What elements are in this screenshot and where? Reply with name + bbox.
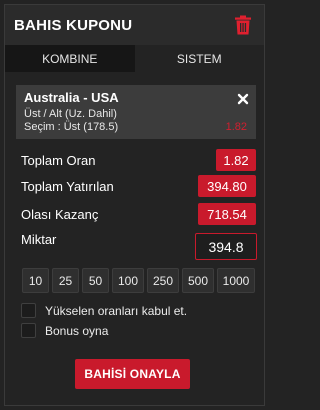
bet-selection: Seçim : Üst (178.5) xyxy=(24,121,119,133)
total-odds-value: 1.82 xyxy=(216,149,256,171)
coupon-tabs: KOMBINE SISTEM xyxy=(5,45,264,72)
quick-amount-500[interactable]: 500 xyxy=(182,268,214,293)
coupon-title: BAHIS KUPONU xyxy=(14,16,133,34)
quick-amount-100[interactable]: 100 xyxy=(112,268,144,293)
amount-input[interactable] xyxy=(195,233,257,260)
amount-label: Miktar xyxy=(21,231,57,247)
amount-row: Miktar xyxy=(21,227,141,251)
play-bonus-label: Bonus oyna xyxy=(45,323,109,338)
close-icon[interactable] xyxy=(237,92,249,105)
trash-icon[interactable] xyxy=(234,15,252,35)
quick-amount-10[interactable]: 10 xyxy=(22,268,49,293)
accept-rising-odds-option: Yükselen oranları kabul et. xyxy=(21,303,187,318)
coupon-header: BAHIS KUPONU xyxy=(5,5,264,45)
quick-amount-1000[interactable]: 1000 xyxy=(217,268,255,293)
bet-coupon: BAHIS KUPONU KOMBINE SISTEM Australia - … xyxy=(4,4,265,406)
accept-rising-odds-label: Yükselen oranları kabul et. xyxy=(45,303,188,318)
total-stake-label: Toplam Yatırılan xyxy=(21,178,114,194)
bet-selection-card: Australia - USA Üst / Alt (Uz. Dahil) Se… xyxy=(16,85,256,139)
play-bonus-checkbox[interactable] xyxy=(21,323,36,338)
quick-amounts: 10 25 50 100 250 500 1000 xyxy=(22,268,258,294)
total-odds-row: Toplam Oran 1.82 xyxy=(21,148,256,172)
tab-sistem[interactable]: SISTEM xyxy=(134,45,264,72)
quick-amount-50[interactable]: 50 xyxy=(82,268,109,293)
potential-win-row: Olası Kazanç 718.54 xyxy=(21,202,256,226)
quick-amount-25[interactable]: 25 xyxy=(52,268,79,293)
total-stake-row: Toplam Yatırılan 394.80 xyxy=(21,174,256,198)
confirm-bet-button[interactable]: BAHİSİ ONAYLA xyxy=(75,359,190,389)
bet-market: Üst / Alt (Uz. Dahil) xyxy=(24,108,117,120)
bet-odds: 1.82 xyxy=(225,121,247,133)
bet-match-name: Australia - USA xyxy=(24,90,119,105)
tab-kombine[interactable]: KOMBINE xyxy=(5,45,135,72)
quick-amount-250[interactable]: 250 xyxy=(147,268,179,293)
play-bonus-option: Bonus oyna xyxy=(21,323,108,338)
accept-rising-odds-checkbox[interactable] xyxy=(21,303,36,318)
total-stake-value: 394.80 xyxy=(198,175,256,197)
total-odds-label: Toplam Oran xyxy=(21,152,96,168)
potential-win-value: 718.54 xyxy=(198,203,256,225)
potential-win-label: Olası Kazanç xyxy=(21,206,99,222)
